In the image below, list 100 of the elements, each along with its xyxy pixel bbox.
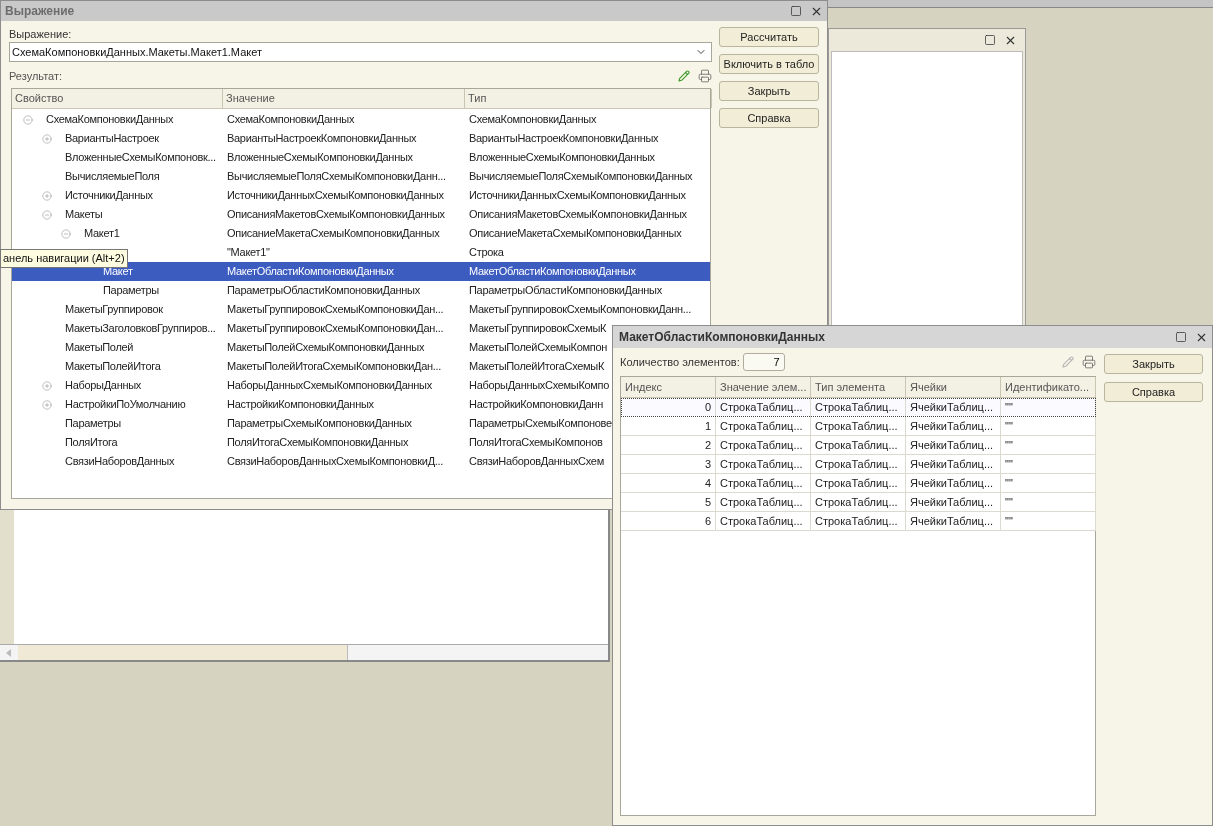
table-cell: СтрокаТаблиц... <box>716 417 811 435</box>
expand-icon[interactable] <box>42 380 52 391</box>
dialog-button[interactable]: Закрыть <box>1104 354 1203 374</box>
table-cell: СтрокаТаблиц... <box>716 493 811 511</box>
tree-node-label: ПоляИтога <box>64 435 118 451</box>
table-cell: "" <box>1001 493 1096 511</box>
column-header[interactable]: Значение <box>223 89 465 108</box>
table-cell: СтрокаТаблиц... <box>811 455 906 473</box>
tree-node-label: Макет1 <box>83 226 120 242</box>
expression-field[interactable]: СхемаКомпоновкиДанных.Макеты.Макет1.Макет <box>9 42 712 62</box>
pencil-icon[interactable] <box>678 70 690 82</box>
horizontal-scrollbar[interactable] <box>0 644 608 660</box>
table-cell-text: ВариантыНастроекКомпоновкиДанных <box>469 131 659 147</box>
column-header[interactable]: Тип элемента <box>811 377 906 397</box>
dialog-button[interactable]: Справка <box>719 108 819 128</box>
table-cell-text: ОписаниеМакетаСхемыКомпоновкиДанных <box>469 226 682 242</box>
table-cell: 2 <box>621 436 716 454</box>
table-cell: СтрокаТаблиц... <box>811 398 906 417</box>
tree-row[interactable]: ВычисляемыеПоля ВычисляемыеПоляСхемыКомпоновкиДанн... ВычисляемыеПоляСхемыКомпоновкиДанных <box>12 167 710 186</box>
table-cell: 5 <box>621 493 716 511</box>
tree-row[interactable]: СхемаКомпоновкиДанных СхемаКомпоновкиДанных СхемаКомпоновкиДанных <box>12 110 710 129</box>
collapse-icon[interactable] <box>23 114 33 125</box>
tree-node-label: Макеты <box>64 207 103 223</box>
tree-node-label: ВычисляемыеПоля <box>64 169 160 185</box>
table-cell: СтрокаТаблиц... <box>811 493 906 511</box>
dialog-button[interactable]: Рассчитать <box>719 27 819 47</box>
table-cell: СтрокаТаблиц... <box>716 512 811 530</box>
tree-node-label: СвязиНаборовДанных <box>64 454 175 470</box>
table-cell: СтрокаТаблиц... <box>716 436 811 454</box>
tree-node-label: Параметры <box>102 283 159 299</box>
table-cell: 6 <box>621 512 716 530</box>
tree-row[interactable]: Параметры ПараметрыОбластиКомпоновкиДанных ПараметрыОбластиКомпоновкиДанных <box>12 281 710 300</box>
table-cell: "" <box>1001 474 1096 492</box>
table-cell-text: ВложенныеСхемыКомпоновкиДанных <box>469 150 655 166</box>
expand-icon[interactable] <box>42 190 52 201</box>
table-cell-text: ВариантыНастроекКомпоновкиДанных <box>227 131 417 147</box>
table-cell-text: МакетыГруппировокСхемыКомпоновкиДанн... <box>469 302 692 318</box>
count-field[interactable]: 7 <box>742 353 785 371</box>
table-cell-text: НаборыДанныхСхемыКомпоновкиДанных <box>227 378 432 394</box>
table-cell: ЯчейкиТаблиц... <box>906 455 1001 473</box>
field-label: Выражение: <box>9 27 73 42</box>
tree-node-label: СхемаКомпоновкиДанных <box>45 112 174 128</box>
maximize-icon[interactable] <box>790 5 802 17</box>
table-cell: ЯчейкиТаблиц... <box>906 493 1001 511</box>
tree-node-label: Макет <box>102 264 133 280</box>
tree-node-label: НастройкиПоУмолчанию <box>64 397 186 413</box>
field-label: Результат: <box>9 68 63 84</box>
printer-icon[interactable] <box>698 69 712 83</box>
tree-row[interactable]: Макеты ОписанияМакетовСхемыКомпоновкиДанных ОписанияМакетовСхемыКомпоновкиДанных <box>12 205 710 224</box>
expand-icon[interactable] <box>42 133 52 144</box>
tree-row[interactable]: ВложенныеСхемыКомпоновк... ВложенныеСхемыКомпоновкиДанных ВложенныеСхемыКомпоновкиДанных <box>12 148 710 167</box>
table-row[interactable]: 5 СтрокаТаблиц... СтрокаТаблиц... ЯчейкиТаблиц... "" <box>621 493 1096 512</box>
table-cell: ЯчейкиТаблиц... <box>906 417 1001 435</box>
column-header[interactable]: Тип <box>465 89 712 108</box>
tree-row[interactable]: МакетыГруппировок МакетыГруппировокСхемыКомпоновкиДан... МакетыГруппировокСхемыКомпоновкиДанн... <box>12 300 710 319</box>
table-row[interactable]: 6 СтрокаТаблиц... СтрокаТаблиц... ЯчейкиТаблиц... "" <box>621 512 1096 531</box>
expand-icon[interactable] <box>42 399 52 410</box>
column-header[interactable]: Идентификато... <box>1001 377 1096 397</box>
column-header[interactable]: Ячейки <box>906 377 1001 397</box>
table-cell-text: Строка <box>469 245 504 261</box>
table-cell: 4 <box>621 474 716 492</box>
tree-row[interactable]: Макет1 ОписаниеМакетаСхемыКомпоновкиДанных ОписаниеМакетаСхемыКомпоновкиДанных <box>12 224 710 243</box>
table-cell: СтрокаТаблиц... <box>716 474 811 492</box>
table-row[interactable]: 4 СтрокаТаблиц... СтрокаТаблиц... ЯчейкиТаблиц... "" <box>621 474 1096 493</box>
table-cell: ЯчейкиТаблиц... <box>906 436 1001 454</box>
table-row[interactable]: 1 СтрокаТаблиц... СтрокаТаблиц... ЯчейкиТаблиц... "" <box>621 417 1096 436</box>
table-cell-text: МакетыГруппировокСхемыКомпоновкиДан... <box>227 302 444 318</box>
tree-row[interactable]: ВариантыНастроек ВариантыНастроекКомпоновкиДанных ВариантыНастроекКомпоновкиДанных <box>12 129 710 148</box>
collapse-icon[interactable] <box>42 209 52 220</box>
dialog-button[interactable]: Справка <box>1104 382 1203 402</box>
table-row[interactable]: 0 СтрокаТаблиц... СтрокаТаблиц... ЯчейкиТаблиц... "" <box>621 398 1096 417</box>
tree-node-label: МакетыГруппировок <box>64 302 163 318</box>
table-cell: 0 <box>621 398 716 417</box>
table-cell-text: ПоляИтогаСхемыКомпоновкиДанных <box>227 435 409 451</box>
table-cell-text: МакетыПолейСхемыКомпоновкиДанных <box>227 340 425 356</box>
table-cell: "" <box>1001 455 1096 473</box>
tree-row[interactable]: ИсточникиДанных ИсточникиДанныхСхемыКомпоновкиДанных ИсточникиДанныхСхемыКомпоновкиДанных <box>12 186 710 205</box>
maximize-icon[interactable] <box>1175 331 1187 343</box>
scrollbar-thumb[interactable] <box>18 645 348 660</box>
dialog-button[interactable]: Включить в табло <box>719 54 819 74</box>
table-cell: "" <box>1001 417 1096 435</box>
table-row[interactable]: 3 СтрокаТаблиц... СтрокаТаблиц... ЯчейкиТаблиц... "" <box>621 455 1096 474</box>
table-cell: 3 <box>621 455 716 473</box>
column-header[interactable]: Свойство <box>12 89 223 108</box>
table-cell-text: ПоляИтогаСхемыКомпонов <box>469 435 603 451</box>
table-cell-text: НастройкиКомпоновкиДанных <box>227 397 374 413</box>
table-cell-text: ВложенныеСхемыКомпоновкиДанных <box>227 150 413 166</box>
table-cell-text: СхемаКомпоновкиДанных <box>469 112 597 128</box>
table-cell-text: МакетыГруппировокСхемыК <box>469 321 607 337</box>
column-header[interactable]: Индекс <box>621 377 716 397</box>
tooltip-text: анель навигации (Alt+2) <box>3 251 125 267</box>
table-row[interactable]: 2 СтрокаТаблиц... СтрокаТаблиц... ЯчейкиТаблиц... "" <box>621 436 1096 455</box>
table-cell-text: МакетыПолейИтогаСхемыКомпоновкиДан... <box>227 359 442 375</box>
column-header[interactable]: Значение элем... <box>716 377 811 397</box>
table-cell: "" <box>1001 436 1096 454</box>
maximize-icon[interactable] <box>984 34 996 46</box>
dialog-button[interactable]: Закрыть <box>719 81 819 101</box>
collapse-icon[interactable] <box>61 228 71 239</box>
table-cell-text: НастройкиКомпоновкиДанн <box>469 397 603 413</box>
printer-icon[interactable] <box>1082 355 1096 369</box>
